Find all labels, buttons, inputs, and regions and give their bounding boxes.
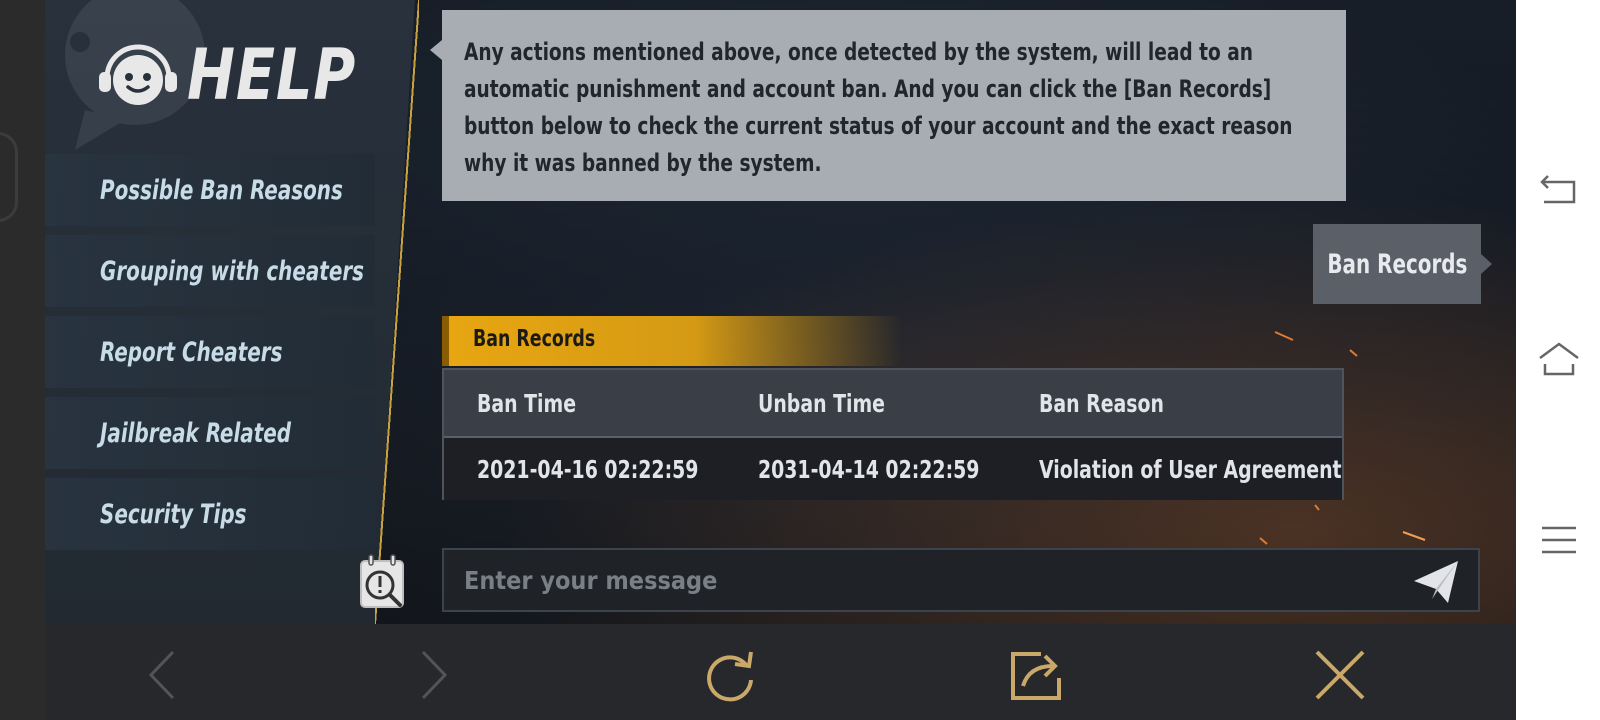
- back-icon[interactable]: [1536, 170, 1582, 210]
- sidebar-item-label: Security Tips: [100, 498, 247, 530]
- device-notch: [0, 132, 18, 222]
- ban-records-button-label: Ban Records: [1326, 248, 1468, 280]
- sidebar-item-jailbreak-related[interactable]: Jailbreak Related: [45, 397, 375, 469]
- system-message-text: Any actions mentioned above, once detect…: [464, 38, 1293, 177]
- sidebar-item-security-tips[interactable]: Security Tips: [45, 478, 375, 550]
- help-screen: HELP Possible Ban Reasons Grouping with …: [45, 0, 1516, 624]
- report-notepad-icon[interactable]: [358, 553, 408, 611]
- unban-time-value: 2031-04-14 02:22:59: [758, 454, 980, 484]
- message-input-box: [442, 548, 1480, 612]
- help-logo: HELP: [97, 40, 393, 110]
- sidebar-item-label: Report Cheaters: [100, 336, 283, 368]
- ban-time-value: 2021-04-16 02:22:59: [477, 454, 699, 484]
- sidebar-divider: [375, 0, 419, 624]
- ban-records-table: Ban Time Unban Time Ban Reason 2021-04-1…: [442, 368, 1344, 500]
- column-header-ban-reason: Ban Reason: [1039, 388, 1164, 418]
- sidebar: HELP Possible Ban Reasons Grouping with …: [45, 0, 415, 624]
- support-agent-icon: [99, 44, 177, 105]
- table-header-row: Ban Time Unban Time Ban Reason: [444, 370, 1342, 438]
- device-left-edge: [0, 0, 45, 720]
- close-icon[interactable]: [1309, 644, 1371, 706]
- back-arrow-icon[interactable]: [133, 644, 195, 706]
- ban-records-button[interactable]: Ban Records: [1313, 224, 1492, 304]
- sidebar-item-report-cheaters[interactable]: Report Cheaters: [45, 316, 375, 388]
- sidebar-item-label: Possible Ban Reasons: [100, 174, 343, 206]
- sidebar-item-grouping-with-cheaters[interactable]: Grouping with cheaters: [45, 235, 375, 307]
- card-header-accent: [442, 316, 449, 366]
- send-icon[interactable]: [1412, 559, 1460, 605]
- ban-records-card-title: Ban Records: [473, 326, 596, 352]
- message-input[interactable]: [462, 564, 1366, 596]
- system-message-bubble: Any actions mentioned above, once detect…: [430, 10, 1346, 201]
- system-navigation-rail: [1516, 0, 1600, 720]
- column-header-unban-time: Unban Time: [758, 388, 885, 418]
- table-row: 2021-04-16 02:22:59 2031-04-14 02:22:59 …: [444, 438, 1342, 500]
- menu-icon[interactable]: [1536, 520, 1582, 560]
- sidebar-item-label: Jailbreak Related: [100, 417, 292, 449]
- ban-records-card-header: Ban Records: [442, 316, 902, 366]
- sidebar-item-possible-ban-reasons[interactable]: Possible Ban Reasons: [45, 154, 375, 226]
- refresh-icon[interactable]: [699, 644, 761, 706]
- sidebar-nav: Possible Ban Reasons Grouping with cheat…: [45, 154, 375, 559]
- ban-reason-value: Violation of User Agreement: [1039, 454, 1342, 484]
- browser-bottom-bar: [45, 624, 1516, 720]
- column-header-ban-time: Ban Time: [477, 388, 577, 418]
- sidebar-item-label: Grouping with cheaters: [100, 255, 365, 287]
- help-title: HELP: [187, 34, 357, 116]
- share-icon[interactable]: [1007, 644, 1069, 706]
- home-icon[interactable]: [1536, 340, 1582, 380]
- forward-arrow-icon[interactable]: [401, 644, 463, 706]
